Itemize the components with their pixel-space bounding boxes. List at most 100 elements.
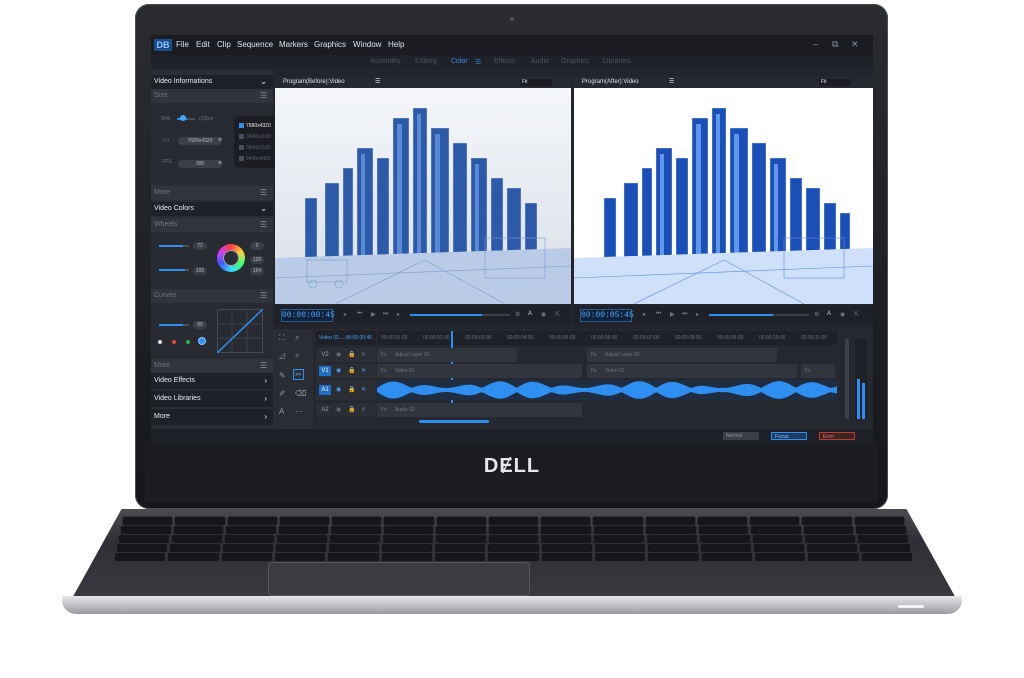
timecode-after[interactable]: 00:00:05:45	[580, 309, 634, 322]
menu-window[interactable]: Window	[353, 40, 381, 49]
step-forward-icon[interactable]: ▸	[397, 311, 400, 318]
more-section-1[interactable]: More ☰	[151, 186, 273, 200]
menu-graphics[interactable]: Graphics	[314, 40, 346, 49]
curve-value[interactable]: 80	[193, 321, 207, 329]
more-section-2[interactable]: More ☰	[151, 359, 273, 373]
curve-slider[interactable]	[159, 324, 189, 326]
audio-icon[interactable]: A	[528, 311, 532, 317]
scrub-bar-after[interactable]	[709, 314, 809, 316]
step-back-icon[interactable]: ◂	[642, 311, 645, 318]
menu-icon[interactable]: ☰	[375, 77, 380, 88]
monitor-after-view[interactable]	[574, 88, 873, 304]
clip[interactable]: Fx Video 01	[377, 364, 582, 378]
sync-icon[interactable]: ✕	[361, 386, 366, 393]
clip[interactable]: Fx Adjust Layer 01	[377, 348, 517, 362]
dot-blue[interactable]	[199, 338, 205, 344]
text-tool-icon[interactable]: A	[279, 407, 284, 416]
lock-icon[interactable]: 🔒	[348, 351, 355, 358]
sync-icon[interactable]: ✕	[361, 406, 366, 413]
eye-icon[interactable]: ◉	[336, 367, 341, 374]
sync-icon[interactable]: ✕	[361, 367, 366, 374]
fps-field[interactable]: 300	[178, 160, 222, 168]
zoom-icon[interactable]: ⌕	[295, 333, 299, 343]
lock-icon[interactable]: 🔒	[348, 406, 355, 413]
brightness-value[interactable]: 72	[193, 242, 207, 250]
track-name[interactable]: A2	[319, 405, 331, 415]
clip[interactable]: Fx	[801, 364, 835, 378]
scrub-bar-before[interactable]	[410, 314, 510, 316]
sequence-label[interactable]: Video 02.....00:00:00:45	[316, 331, 376, 345]
menu-icon[interactable]: ☰	[669, 77, 674, 88]
camera-settings-icon[interactable]: ◉	[541, 311, 546, 318]
close-icon[interactable]: ✕	[851, 39, 859, 50]
resolution-field[interactable]: 7680x4320	[178, 137, 222, 145]
clear-icon[interactable]: ⊗	[218, 160, 222, 166]
track-name[interactable]: V1	[319, 366, 331, 376]
video-libraries-item[interactable]: Video Libraries ›	[151, 391, 273, 407]
fit-dropdown[interactable]: Fit	[520, 79, 552, 86]
lock-icon[interactable]: 🔒	[348, 386, 355, 393]
eye-icon[interactable]: ◉	[336, 386, 341, 393]
zoom-fit-icon[interactable]: ⛶	[279, 333, 285, 343]
clear-icon[interactable]: ⊗	[218, 137, 222, 143]
dot-red[interactable]	[172, 340, 176, 344]
eye-icon[interactable]: ◉	[336, 351, 341, 358]
curve-graph[interactable]	[217, 309, 263, 353]
tab-libraries[interactable]: Libraries	[603, 58, 630, 65]
tab-audio[interactable]: Audio	[531, 58, 549, 65]
wheel-value-right-2[interactable]: 120	[250, 256, 264, 264]
pen-icon[interactable]: ✎	[279, 371, 286, 380]
tab-color[interactable]: Color	[451, 58, 468, 65]
settings-icon[interactable]: ⚙	[814, 311, 819, 318]
wheel-value-right-3[interactable]: 164	[250, 267, 264, 275]
brush-icon[interactable]: ✐	[279, 389, 286, 398]
wheel-value-right-1[interactable]: 0	[250, 242, 264, 250]
lock-icon[interactable]: 🔒	[348, 367, 355, 374]
camera-settings-icon[interactable]: ◉	[840, 311, 845, 318]
more-icon[interactable]: ⋯	[295, 407, 303, 416]
restore-icon[interactable]: ⧉	[832, 39, 838, 50]
resolution-option[interactable]: 7680x4320	[239, 123, 271, 129]
video-colors-header[interactable]: Video Colors ⌄	[151, 202, 273, 216]
trash-icon[interactable]: ⌫	[295, 389, 306, 398]
magnify-icon[interactable]: ⌕	[295, 351, 299, 361]
eye-icon[interactable]: ◉	[336, 406, 341, 413]
menu-markers[interactable]: Markers	[279, 40, 308, 49]
video-informations-header[interactable]: Video Informations ⌄	[151, 75, 273, 89]
dot-white[interactable]	[158, 340, 162, 344]
step-back-icon[interactable]: ◂	[343, 311, 346, 318]
track-name[interactable]: A1	[319, 385, 331, 395]
menu-sequence[interactable]: Sequence	[237, 40, 273, 49]
curves-section[interactable]: Curves ☰	[151, 289, 273, 303]
fit-dropdown[interactable]: Fit	[819, 79, 851, 86]
tab-assembly[interactable]: Assembly	[370, 58, 400, 65]
resolution-option[interactable]: 5440x4400	[239, 156, 271, 162]
resolution-option[interactable]: 3840x2160	[239, 145, 271, 151]
skip-back-icon[interactable]: ⏮	[357, 311, 362, 318]
error-button[interactable]: Error	[819, 432, 855, 440]
resolution-option[interactable]: 3840x2160	[239, 134, 271, 140]
settings-icon[interactable]: ⚙	[515, 311, 520, 318]
saturation-slider[interactable]	[159, 269, 189, 271]
export-icon[interactable]: ⇱	[555, 311, 560, 318]
minimize-icon[interactable]: –	[813, 39, 818, 49]
sync-icon[interactable]: ✕	[361, 351, 366, 358]
play-icon[interactable]: ▶	[371, 311, 376, 318]
resolution-toggle-knob[interactable]	[180, 115, 186, 121]
monitor-before-view[interactable]	[275, 88, 571, 304]
selection-tool-icon[interactable]: ✂	[293, 369, 304, 380]
normal-button[interactable]: Normal	[723, 432, 759, 440]
video-effects-item[interactable]: Video Effects ›	[151, 373, 273, 389]
tab-graphics[interactable]: Graphics	[561, 58, 589, 65]
size-section[interactable]: Size ☰	[151, 89, 273, 103]
timeline-scrollbar[interactable]	[419, 420, 489, 423]
saturation-value[interactable]: 100	[193, 267, 207, 275]
skip-forward-icon[interactable]: ⏭	[383, 311, 388, 318]
tab-editing[interactable]: Editing	[415, 58, 436, 65]
tab-effects[interactable]: Effects	[494, 58, 515, 65]
export-icon[interactable]: ⇱	[854, 311, 859, 318]
skip-forward-icon[interactable]: ⏭	[682, 311, 687, 318]
menu-edit[interactable]: Edit	[196, 40, 210, 49]
clip[interactable]: Fx Adjust Layer 02	[587, 348, 777, 362]
menu-help[interactable]: Help	[388, 40, 404, 49]
